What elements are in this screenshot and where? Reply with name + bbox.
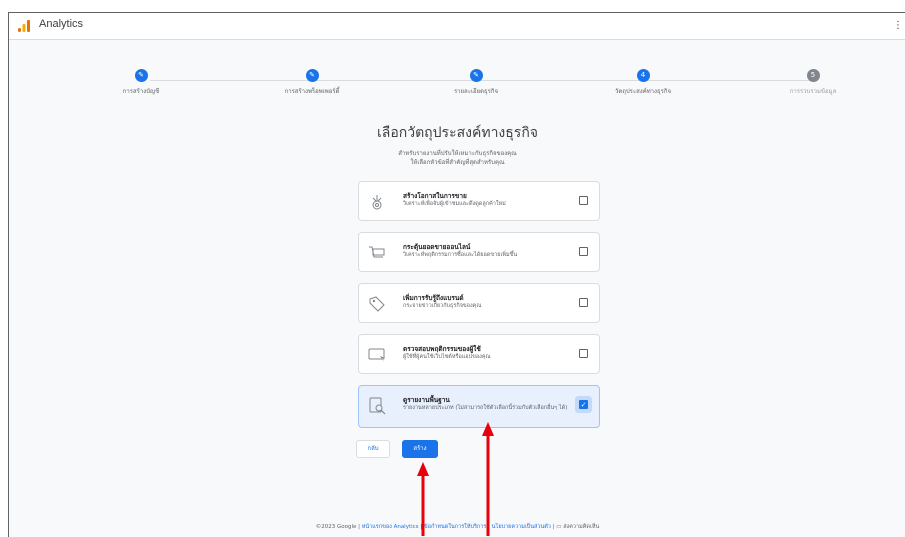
objective-card-user-behavior[interactable]: ตรวจสอบพฤติกรรมของผู้ใช้ ผู้ใช้ที่ผู้คนใ… <box>358 334 600 374</box>
card-description: วิเคราะห์เพื่อจับผู้เข้าชมและดึงดูดลูกค้… <box>403 201 506 207</box>
card-description: วิเคราะห์พฤติกรรมการซื้อและได้ยอดขายเพิ่… <box>403 252 518 258</box>
app-title: Analytics <box>39 18 84 30</box>
card-title: กระตุ้นยอดขายออนไลน์ <box>403 243 471 251</box>
create-button[interactable]: สร้าง <box>402 440 438 458</box>
footer-link-privacy[interactable]: นโยบายความเป็นส่วนตัว <box>492 524 551 530</box>
step-number-icon: 4 <box>636 69 650 82</box>
card-description: ผู้ใช้ที่ผู้คนใช้เว็บไซต์หรือแอปของคุณ <box>403 354 491 360</box>
shopping-cart-icon <box>369 246 385 258</box>
subtitle-line: สำหรับรายงานที่ปรับให้เหมาะกับธุรกิจของค… <box>398 150 517 157</box>
footer-separator: | <box>552 524 555 530</box>
tag-icon <box>369 296 385 312</box>
footer-link-terms[interactable]: ข้อกำหนดในการให้บริการ <box>424 524 486 530</box>
option-checkbox[interactable] <box>579 298 588 307</box>
footer-separator: | <box>358 524 361 530</box>
copyright: ©2023 Google <box>315 524 357 530</box>
subtitle-line: ให้เลือกหัวข้อที่สำคัญที่สุดสำหรับคุณ <box>410 159 505 166</box>
option-checkbox-checked[interactable]: ✓ <box>579 400 588 409</box>
footer-separator: | <box>420 524 423 530</box>
step-label: การสร้างพร็อพเพอร์ตี้ <box>284 88 340 95</box>
step-property-creation: ✎ การสร้างพร็อพเพอร์ตี้ <box>242 69 382 96</box>
footer-separator: | <box>488 524 490 530</box>
objective-card-baseline-reports[interactable]: ดูรายงานพื้นฐาน รายงานหลายประเภท (ไม่สาม… <box>358 385 600 428</box>
step-label: การรวบรวมข้อมูล <box>789 88 837 95</box>
option-checkbox[interactable] <box>579 349 588 358</box>
step-data-collection: 5 การรวบรวมข้อมูล <box>743 69 883 96</box>
card-description: รายงานหลายประเภท (ไม่สามารถใช้ตัวเลือกนี… <box>403 405 568 411</box>
more-vert-icon[interactable]: ⋮ <box>893 20 903 31</box>
objective-card-drive-online-sales[interactable]: กระตุ้นยอดขายออนไลน์ วิเคราะห์พฤติกรรมกา… <box>358 232 600 272</box>
option-checkbox[interactable] <box>579 196 588 205</box>
feedback-icon[interactable]: ▭ <box>556 524 561 530</box>
step-edit-icon: ✎ <box>134 69 148 82</box>
footer-link-home[interactable]: หน้าแรกของ Analytics <box>362 524 419 530</box>
step-account-creation: ✎ การสร้างบัญชี <box>71 69 211 96</box>
back-button[interactable]: กลับ <box>356 440 390 458</box>
step-label: รายละเอียดธุรกิจ <box>453 88 499 95</box>
analytics-logo-icon <box>18 20 30 32</box>
step-business-details: ✎ รายละเอียดธุรกิจ <box>406 69 546 96</box>
report-search-icon <box>369 397 386 415</box>
app-bar: Analytics ⋮ <box>9 13 905 40</box>
leads-target-icon <box>372 195 382 210</box>
step-number-icon: 5 <box>806 69 820 82</box>
footer: ©2023 Google | หน้าแรกของ Analytics | ข้… <box>9 523 905 531</box>
screen-cursor-icon <box>368 348 385 362</box>
card-title: สร้างโอกาสในการขาย <box>403 192 467 200</box>
card-title: ตรวจสอบพฤติกรรมของผู้ใช้ <box>403 345 481 353</box>
step-business-objectives: 4 วัตถุประสงค์ทางธุรกิจ <box>573 69 713 96</box>
step-label: การสร้างบัญชี <box>122 88 160 95</box>
page-subtitle: สำหรับรายงานที่ปรับให้เหมาะกับธุรกิจของค… <box>9 149 905 167</box>
step-edit-icon: ✎ <box>305 69 319 82</box>
page-title: เลือกวัตถุประสงค์ทางธุรกิจ <box>376 125 539 141</box>
footer-feedback[interactable]: ส่งความคิดเห็น <box>563 524 599 530</box>
card-title: เพิ่มการรับรู้ถึงแบรนด์ <box>403 294 464 302</box>
objective-card-generate-leads[interactable]: สร้างโอกาสในการขาย วิเคราะห์เพื่อจับผู้เ… <box>358 181 600 221</box>
step-label: วัตถุประสงค์ทางธุรกิจ <box>614 88 672 95</box>
option-checkbox[interactable] <box>579 247 588 256</box>
card-description: กระจายข่าวเกี่ยวกับธุรกิจของคุณ <box>403 303 482 309</box>
step-edit-icon: ✎ <box>469 69 483 82</box>
objective-card-brand-awareness[interactable]: เพิ่มการรับรู้ถึงแบรนด์ กระจายข่าวเกี่ยว… <box>358 283 600 323</box>
card-title: ดูรายงานพื้นฐาน <box>403 396 450 404</box>
analytics-window: Analytics ⋮ ✎ การสร้างบัญชี ✎ การสร้างพร… <box>8 12 905 537</box>
